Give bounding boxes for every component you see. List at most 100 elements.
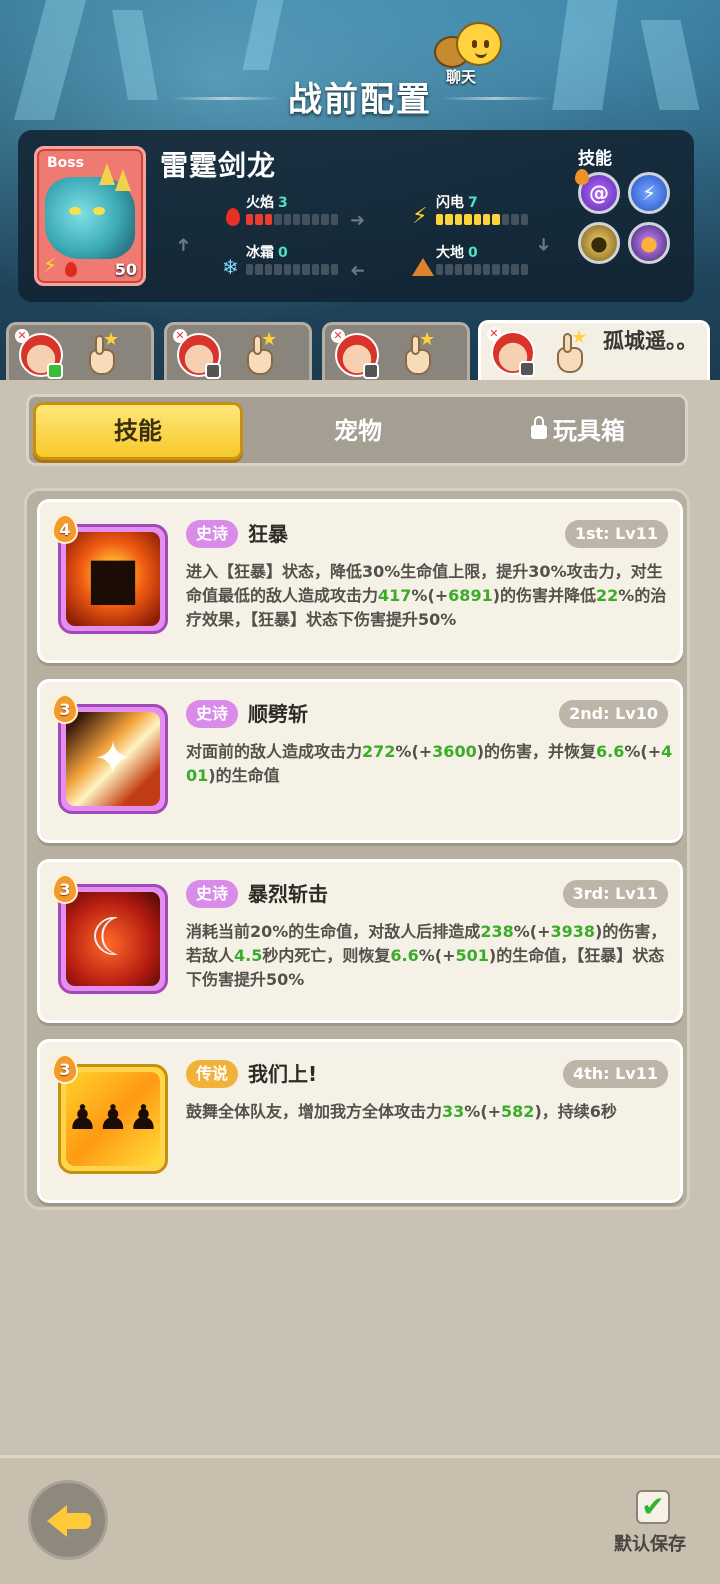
element-bar-segment	[330, 264, 339, 275]
chat-button[interactable]: 聊天	[430, 20, 510, 90]
element-name: 火焰	[246, 195, 274, 211]
tab-toybox-label: 玩具箱	[553, 417, 625, 445]
skill-level: 3rd: Lv11	[562, 880, 668, 908]
boss-portrait-card[interactable]: Boss ⚡ 50	[34, 146, 146, 286]
element-bar-segment	[483, 264, 491, 275]
skill-description: 对面前的敌人造成攻击力272%(+3600)的伤害，并恢复6.6%(+401)的…	[186, 740, 676, 788]
cycle-arrow-icon: ➜	[350, 210, 366, 231]
skill-stat-value: 582	[501, 1102, 535, 1121]
element-bar-segment	[454, 264, 463, 275]
boss-skills-label: 技能	[578, 149, 612, 169]
element-bar-segment	[302, 214, 310, 225]
skill-desc-text: %(+	[411, 586, 449, 605]
element-bar-segment	[293, 214, 301, 225]
skill-stat-value: 417	[378, 586, 412, 605]
skill-level: 4th: Lv11	[562, 1060, 668, 1088]
hero-tab-2[interactable]: ✕ ★	[164, 322, 312, 386]
element-bar-segment	[293, 264, 301, 275]
element-bar	[436, 264, 529, 275]
cleave-skill-icon: ✦	[66, 712, 160, 806]
element-bar-segment	[454, 214, 463, 225]
lock-icon	[531, 416, 547, 439]
back-button[interactable]	[28, 1480, 108, 1560]
element-name: 闪电	[436, 195, 464, 211]
tab-toybox[interactable]: 玩具箱	[473, 402, 683, 460]
pointing-hand-icon: ★	[81, 329, 123, 379]
skill-name: 狂暴	[248, 522, 288, 546]
element-bar-segment	[436, 264, 444, 275]
skill-stat-value: 238	[480, 922, 514, 941]
controller-icon	[363, 363, 379, 379]
element-bar-segment	[473, 264, 482, 275]
hero-tab-1[interactable]: ✕ ★	[6, 322, 154, 386]
remove-icon: ✕	[173, 329, 187, 343]
element-bar-segment	[321, 264, 329, 275]
skill-stat-value: 3938	[550, 922, 595, 941]
lightning-icon: ⚡	[412, 204, 428, 229]
skill-desc-text: %(+	[624, 742, 662, 761]
blue-lightning-icon[interactable]: ⚡	[628, 172, 670, 214]
purple-creature-icon[interactable]: ●	[628, 222, 670, 264]
skill-card-3[interactable]: ☾ 3 史诗 暴烈斩击 3rd: Lv11 消耗当前20%的生命值，对敌人后排造…	[37, 859, 683, 1023]
lightning-icon: ⚡	[43, 253, 58, 277]
rarity-badge: 传说	[186, 1060, 239, 1088]
tab-skills[interactable]: 技能	[33, 402, 243, 460]
element-bar-segment	[492, 214, 500, 225]
page-title: 战前配置	[288, 80, 432, 120]
skill-description: 消耗当前20%的生命值，对敌人后排造成238%(+3938)的伤害，若敌人4.5…	[186, 920, 676, 992]
element-value: 0	[278, 245, 288, 261]
rarity-badge: 史诗	[186, 880, 239, 908]
skill-icon-frame: ☾	[58, 884, 168, 994]
element-bar-segment	[311, 264, 320, 275]
skill-icon-frame: ■	[58, 524, 168, 634]
skill-desc-text: 秒内死亡，则恢复	[262, 946, 391, 965]
skill-desc-text: 鼓舞全体队友，增加我方全体攻击力	[186, 1102, 443, 1121]
pointing-hand-icon: ★	[239, 329, 281, 379]
skill-desc-text: %(+	[513, 922, 551, 941]
skill-stat-value: 6.6	[596, 742, 625, 761]
element-bar-segment	[464, 214, 472, 225]
chat-icon	[47, 363, 63, 379]
controller-icon	[519, 361, 535, 377]
rarity-badge: 史诗	[186, 520, 239, 548]
element-bar-segment	[445, 214, 453, 225]
hero-tab-3[interactable]: ✕ ★	[322, 322, 470, 386]
element-bar-segment	[483, 214, 491, 225]
element-bar-segment	[311, 214, 320, 225]
skill-card-1[interactable]: ■ 4 史诗 狂暴 1st: Lv11 进入【狂暴】状态，降低30%生命值上限，…	[37, 499, 683, 663]
skill-description: 进入【狂暴】状态，降低30%生命值上限，提升30%攻击力，对生命值最低的敌人造成…	[186, 560, 676, 632]
default-save-label: 默认保存	[614, 1534, 686, 1555]
element-bar-segment	[464, 264, 472, 275]
skill-stat-value: 6.6	[390, 946, 419, 965]
default-save-checkbox[interactable]: ✔	[636, 1490, 670, 1524]
skill-card-4[interactable]: ♟♟♟ 3 传说 我们上! 4th: Lv11 鼓舞全体队友，增加我方全体攻击力…	[37, 1039, 683, 1203]
element-bar-segment	[445, 264, 453, 275]
skill-card-2[interactable]: ✦ 3 史诗 顺劈斩 2nd: Lv10 对面前的敌人造成攻击力272%(+36…	[37, 679, 683, 843]
hero-name: 孤城遥。。	[603, 329, 698, 353]
element-bar-segment	[520, 264, 529, 275]
element-bar-segment	[246, 214, 254, 225]
skill-desc-text: %(+	[395, 742, 433, 761]
gold-beast-icon[interactable]: ●	[578, 222, 620, 264]
energy-cost-badge: 3	[52, 694, 78, 724]
boss-info-panel: Boss ⚡ 50 雷霆剑龙 火焰 3 ⚡ 闪电 7 ❄ 冰霜 0 大地 0 ➜ ➜ ➜…	[18, 130, 694, 302]
element-value: 7	[468, 195, 478, 211]
tab-pets[interactable]: 宠物	[253, 402, 463, 460]
remove-icon: ✕	[487, 327, 501, 341]
element-bar-segment	[436, 214, 444, 225]
earth-icon	[412, 256, 434, 278]
element-value: 0	[468, 245, 478, 261]
remove-icon: ✕	[331, 329, 345, 343]
purple-swirl-icon[interactable]: @	[575, 169, 620, 214]
skill-desc-text: %(+	[418, 946, 456, 965]
pointing-hand-icon: ★	[397, 329, 439, 379]
element-name: 冰霜	[246, 245, 274, 261]
element-bar-segment	[264, 214, 273, 225]
skill-description: 鼓舞全体队友，增加我方全体攻击力33%(+582)，持续6秒	[186, 1100, 676, 1124]
element-bar-segment	[283, 264, 292, 275]
skill-desc-text: )，持续6秒	[534, 1102, 617, 1121]
element-bar-segment	[511, 264, 519, 275]
element-bar-segment	[255, 264, 263, 275]
element-bar-segment	[274, 264, 282, 275]
element-bar-segment	[321, 214, 329, 225]
